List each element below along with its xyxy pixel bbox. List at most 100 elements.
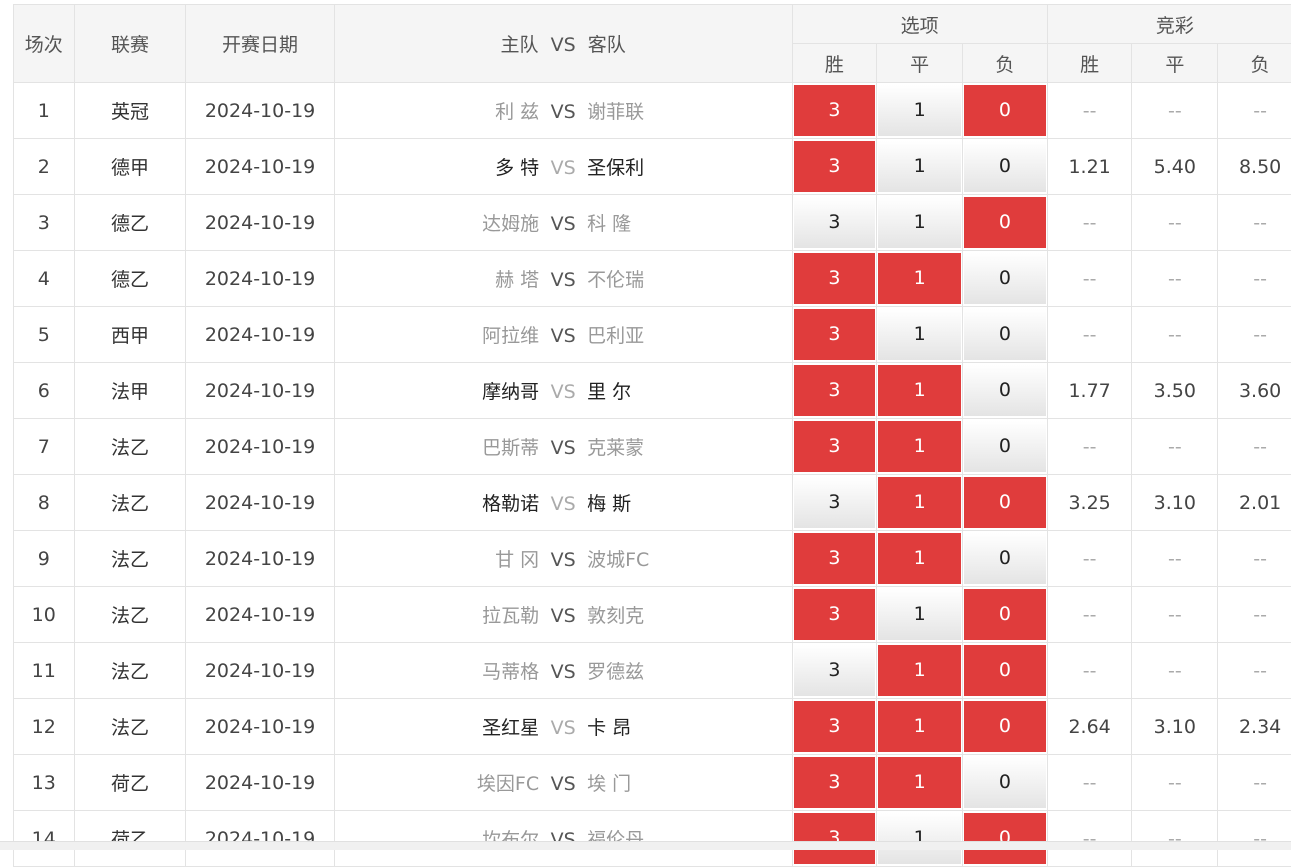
option-win-button[interactable]: 3 (794, 85, 876, 136)
option-win-button[interactable]: 3 (794, 701, 876, 752)
vs-label: VS (539, 605, 587, 627)
option-lose-button[interactable]: 0 (964, 253, 1046, 304)
league-name: 法乙 (74, 643, 186, 699)
table-body: 1英冠2024-10-19利 兹VS谢菲联310------2德甲2024-10… (14, 83, 1291, 867)
odds-win: 1.21 (1047, 139, 1132, 195)
away-team: 埃 门 (587, 769, 787, 796)
option-draw-button[interactable]: 1 (878, 253, 961, 304)
option-lose-button[interactable]: 0 (964, 365, 1046, 416)
option-draw-button[interactable]: 1 (878, 757, 961, 808)
option-draw-button[interactable]: 1 (878, 421, 961, 472)
home-team: 甘 冈 (339, 545, 539, 572)
option-draw-button[interactable]: 1 (878, 533, 961, 584)
option-draw-button[interactable]: 1 (878, 813, 961, 864)
option-lose-button[interactable]: 0 (964, 813, 1046, 864)
round-number: 8 (14, 475, 75, 531)
match-date: 2024-10-19 (186, 251, 334, 307)
odds-draw: -- (1132, 251, 1218, 307)
match-table-container: 场次 联赛 开赛日期 主队 VS 客队 选项 竞彩 胜 平 负 胜 平 负 1英… (13, 4, 1291, 867)
match-date: 2024-10-19 (186, 419, 334, 475)
option-cell-draw: 1 (877, 307, 963, 363)
option-win-button[interactable]: 3 (794, 141, 876, 192)
round-number: 10 (14, 587, 75, 643)
option-lose-button[interactable]: 0 (964, 757, 1046, 808)
option-win-button[interactable]: 3 (794, 477, 876, 528)
odds-win: 2.64 (1047, 699, 1132, 755)
match-date: 2024-10-19 (186, 587, 334, 643)
option-cell-draw: 1 (877, 195, 963, 251)
option-draw-button[interactable]: 1 (878, 85, 961, 136)
option-lose-button[interactable]: 0 (964, 141, 1046, 192)
option-draw-button[interactable]: 1 (878, 309, 961, 360)
option-draw-button[interactable]: 1 (878, 701, 961, 752)
option-lose-button[interactable]: 0 (964, 589, 1046, 640)
option-cell-draw: 1 (877, 531, 963, 587)
table-row: 5西甲2024-10-19阿拉维VS巴利亚310------ (14, 307, 1291, 363)
option-win-button[interactable]: 3 (794, 589, 876, 640)
league-name: 德甲 (74, 139, 186, 195)
option-win-button[interactable]: 3 (794, 253, 876, 304)
option-cell-win: 3 (792, 475, 877, 531)
option-lose-button[interactable]: 0 (964, 197, 1046, 248)
odds-lose: 2.01 (1218, 475, 1291, 531)
option-lose-button[interactable]: 0 (964, 701, 1046, 752)
option-lose-button[interactable]: 0 (964, 533, 1046, 584)
option-lose-button[interactable]: 0 (964, 309, 1046, 360)
round-number: 14 (14, 811, 75, 867)
league-name: 英冠 (74, 83, 186, 139)
option-draw-button[interactable]: 1 (878, 197, 961, 248)
option-win-button[interactable]: 3 (794, 533, 876, 584)
option-win-button[interactable]: 3 (794, 309, 876, 360)
header-round: 场次 (14, 5, 75, 83)
vs-label: VS (539, 381, 587, 403)
match-date: 2024-10-19 (186, 475, 334, 531)
vs-label: VS (539, 269, 587, 291)
option-lose-button[interactable]: 0 (964, 421, 1046, 472)
option-draw-button[interactable]: 1 (878, 589, 961, 640)
odds-win: 3.25 (1047, 475, 1132, 531)
home-team: 达姆施 (339, 209, 539, 236)
vs-label: VS (539, 493, 587, 515)
round-number: 1 (14, 83, 75, 139)
odds-win: -- (1047, 307, 1132, 363)
league-name: 法甲 (74, 363, 186, 419)
header-away: 客队 (588, 34, 626, 56)
option-draw-button[interactable]: 1 (878, 477, 961, 528)
option-lose-button[interactable]: 0 (964, 477, 1046, 528)
option-cell-win: 3 (792, 363, 877, 419)
match-teams: 赫 塔VS不伦瑞 (334, 251, 792, 307)
table-row: 6法甲2024-10-19摩纳哥VS里 尔3101.773.503.60 (14, 363, 1291, 419)
option-cell-draw: 1 (877, 643, 963, 699)
vs-label: VS (539, 773, 587, 795)
vs-label: VS (539, 549, 587, 571)
option-cell-win: 3 (792, 587, 877, 643)
option-draw-button[interactable]: 1 (878, 645, 961, 696)
league-name: 荷乙 (74, 755, 186, 811)
option-draw-button[interactable]: 1 (878, 365, 961, 416)
option-win-button[interactable]: 3 (794, 365, 876, 416)
option-draw-button[interactable]: 1 (878, 141, 961, 192)
league-name: 法乙 (74, 699, 186, 755)
option-win-button[interactable]: 3 (794, 645, 876, 696)
vs-label: VS (539, 101, 587, 123)
option-win-button[interactable]: 3 (794, 757, 876, 808)
option-cell-win: 3 (792, 811, 877, 867)
option-lose-button[interactable]: 0 (964, 85, 1046, 136)
option-win-button[interactable]: 3 (794, 813, 876, 864)
header-odds-draw: 平 (1132, 44, 1218, 83)
header-odds-win: 胜 (1047, 44, 1132, 83)
round-number: 3 (14, 195, 75, 251)
option-cell-win: 3 (792, 531, 877, 587)
match-date: 2024-10-19 (186, 195, 334, 251)
table-row: 10法乙2024-10-19拉瓦勒VS敦刻克310------ (14, 587, 1291, 643)
match-date: 2024-10-19 (186, 139, 334, 195)
option-win-button[interactable]: 3 (794, 421, 876, 472)
option-cell-lose: 0 (963, 531, 1048, 587)
away-team: 克莱蒙 (587, 433, 787, 460)
option-win-button[interactable]: 3 (794, 197, 876, 248)
header-odds-lose: 负 (1218, 44, 1291, 83)
vs-label: VS (539, 437, 587, 459)
option-lose-button[interactable]: 0 (964, 645, 1046, 696)
match-teams: 甘 冈VS波城FC (334, 531, 792, 587)
match-teams: 坎布尔VS福伦丹 (334, 811, 792, 867)
